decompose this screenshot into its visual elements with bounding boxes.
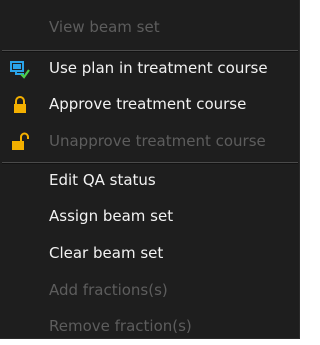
menu-item-label: Add fractions(s) <box>49 281 168 299</box>
menu-item-clear-beam-set[interactable]: Clear beam set <box>0 235 300 272</box>
context-menu: View beam set Use plan in treatment cour… <box>0 0 300 339</box>
menu-item-label: Use plan in treatment course <box>49 59 268 77</box>
menu-item-label: Assign beam set <box>49 207 174 225</box>
menu-item-unapprove-treatment-course: Unapprove treatment course <box>0 123 300 160</box>
menu-item-remove-fractions: Remove fraction(s) <box>0 308 300 345</box>
menu-item-edit-qa-status[interactable]: Edit QA status <box>0 162 300 199</box>
menu-item-assign-beam-set[interactable]: Assign beam set <box>0 198 300 235</box>
plan-course-icon <box>10 59 30 79</box>
menu-item-view-beam-set: View beam set <box>0 9 300 46</box>
menu-item-use-plan-in-treatment-course[interactable]: Use plan in treatment course <box>0 50 300 87</box>
menu-item-label: Edit QA status <box>49 171 156 189</box>
menu-item-label: View beam set <box>49 18 160 36</box>
menu-item-label: Unapprove treatment course <box>49 132 266 150</box>
menu-item-label: Clear beam set <box>49 244 164 262</box>
menu-item-add-fractions: Add fractions(s) <box>0 272 300 309</box>
lock-closed-icon <box>10 95 30 115</box>
menu-item-label: Remove fraction(s) <box>49 317 192 335</box>
menu-item-label: Approve treatment course <box>49 95 247 113</box>
lock-open-icon <box>10 132 30 152</box>
menu-item-approve-treatment-course[interactable]: Approve treatment course <box>0 86 300 123</box>
